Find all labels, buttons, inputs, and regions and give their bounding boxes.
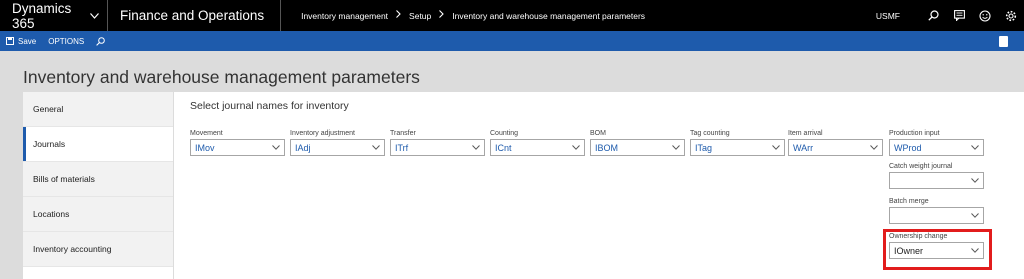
dynamics-365-menu[interactable]: Dynamics 365 (0, 0, 108, 31)
breadcrumb: Inventory management Setup Inventory and… (281, 10, 876, 21)
movement-field: Movement IMov (190, 130, 285, 156)
production-input-dropdown[interactable]: WProd (889, 139, 984, 156)
save-button[interactable]: Save (0, 31, 42, 51)
field-label: Transfer (390, 130, 416, 137)
top-nav-bar: Dynamics 365 Finance and Operations Inve… (0, 0, 1024, 31)
save-label: Save (18, 36, 37, 46)
brand-label: Dynamics 365 (12, 0, 72, 31)
counting-field: Counting ICnt (490, 130, 585, 156)
highlight-box (883, 229, 992, 270)
breadcrumb-item[interactable]: Setup (409, 11, 431, 21)
chevron-down-icon (572, 143, 580, 152)
production-input-field: Production input WProd (889, 130, 984, 156)
tag-counting-dropdown[interactable]: ITag (690, 139, 785, 156)
chevron-down-icon (272, 143, 280, 152)
field-label: Catch weight journal (889, 163, 953, 170)
catch-weight-journal-field: Catch weight journal (889, 163, 984, 189)
app-name[interactable]: Finance and Operations (108, 0, 282, 31)
section-title: Select journal names for inventory (190, 100, 349, 112)
batch-merge-dropdown[interactable] (889, 207, 984, 224)
field-value: IAdj (295, 142, 311, 153)
search-icon[interactable] (90, 31, 115, 51)
breadcrumb-item[interactable]: Inventory management (301, 11, 388, 21)
field-label: Batch merge (889, 198, 929, 205)
chevron-down-icon (971, 176, 979, 185)
tab-inventory-accounting[interactable]: Inventory accounting (23, 232, 173, 267)
bom-dropdown[interactable]: IBOM (590, 139, 685, 156)
smiley-icon[interactable] (972, 0, 998, 31)
tab-journals[interactable]: Journals (23, 127, 173, 162)
field-label: Inventory adjustment (290, 130, 355, 137)
chevron-down-icon (870, 143, 878, 152)
chevron-right-icon (439, 10, 445, 21)
chevron-down-icon (971, 211, 979, 220)
tab-bills-of-materials[interactable]: Bills of materials (23, 162, 173, 197)
item-arrival-field: Item arrival WArr (788, 130, 883, 156)
breadcrumb-item[interactable]: Inventory and warehouse management param… (452, 11, 645, 21)
company-selector[interactable]: USMF (876, 11, 900, 21)
field-label: Tag counting (690, 130, 730, 137)
search-icon[interactable] (920, 0, 946, 31)
field-label: Counting (490, 130, 519, 137)
inventory-adjustment-dropdown[interactable]: IAdj (290, 139, 385, 156)
transfer-field: Transfer ITrf (390, 130, 485, 156)
options-button[interactable]: OPTIONS (42, 31, 90, 51)
chevron-down-icon (90, 11, 99, 21)
tab-locations[interactable]: Locations (23, 197, 173, 232)
chevron-down-icon (971, 143, 979, 152)
field-value: ICnt (495, 142, 512, 153)
office-icon[interactable] (999, 35, 1008, 47)
tab-general[interactable]: General (23, 92, 173, 127)
save-icon (6, 37, 14, 45)
field-value: WProd (894, 142, 922, 153)
field-label: Production input (889, 130, 940, 137)
movement-dropdown[interactable]: IMov (190, 139, 285, 156)
field-label: BOM (590, 130, 606, 137)
field-value: IBOM (595, 142, 619, 153)
transfer-dropdown[interactable]: ITrf (390, 139, 485, 156)
page-area: Inventory and warehouse management param… (0, 51, 1024, 279)
message-icon[interactable] (946, 0, 972, 31)
chevron-down-icon (772, 143, 780, 152)
chevron-down-icon (472, 143, 480, 152)
page-title: Inventory and warehouse management param… (23, 67, 420, 87)
item-arrival-dropdown[interactable]: WArr (788, 139, 883, 156)
vertical-tab-list: General Journals Bills of materials Loca… (23, 92, 173, 279)
field-value: ITag (695, 142, 713, 153)
journals-panel: Select journal names for inventory Movem… (174, 92, 1024, 279)
action-pane: Save OPTIONS (0, 31, 1024, 51)
chevron-down-icon (672, 143, 680, 152)
counting-dropdown[interactable]: ICnt (490, 139, 585, 156)
bom-field: BOM IBOM (590, 130, 685, 156)
field-label: Item arrival (788, 130, 823, 137)
inventory-adjustment-field: Inventory adjustment IAdj (290, 130, 385, 156)
field-value: ITrf (395, 142, 409, 153)
gear-icon[interactable] (998, 0, 1024, 31)
catch-weight-journal-dropdown[interactable] (889, 172, 984, 189)
chevron-right-icon (396, 10, 401, 21)
tag-counting-field: Tag counting ITag (690, 130, 785, 156)
field-label: Movement (190, 130, 223, 137)
field-value: WArr (793, 142, 814, 153)
batch-merge-field: Batch merge (889, 198, 984, 224)
field-value: IMov (195, 142, 215, 153)
chevron-down-icon (372, 143, 380, 152)
